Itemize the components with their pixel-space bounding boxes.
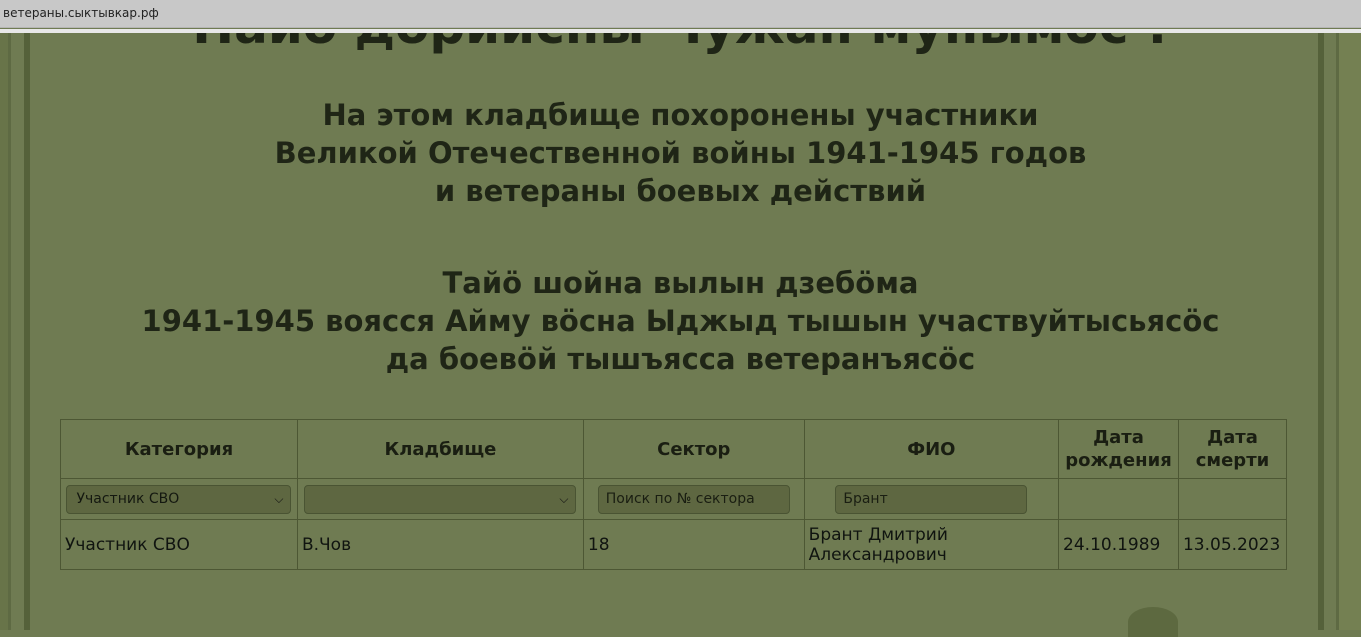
heading-komi-line-2: 1941-1945 воясся Айму вӧсна Ыджыд тышын …: [141, 304, 1220, 338]
heading-komi-line-3: да боевӧй тышъясса ветеранъясӧс: [385, 342, 976, 376]
cell-birth-date: 24.10.1989: [1058, 519, 1179, 570]
category-select-value: Участник СВО: [76, 490, 180, 507]
heading-russian-line-1: На этом кладбище похоронены участники: [322, 98, 1039, 132]
fio-line-2: Александрович: [808, 544, 947, 565]
death-header-line-2: смерти: [1195, 450, 1270, 471]
column-header-fio: ФИО: [803, 419, 1060, 479]
category-select[interactable]: Участник СВО ⌵: [66, 484, 292, 514]
filter-cell-cemetery: ⌵: [296, 478, 584, 520]
table-row[interactable]: Участник СВО В.Чов 18 Брант Дмитрий Алекс…: [60, 519, 1288, 570]
decorative-shape: [1128, 607, 1178, 637]
chevron-down-icon: ⌵: [559, 491, 569, 506]
filter-cell-category: Участник СВО ⌵: [60, 478, 298, 520]
heading-russian: На этом кладбище похоронены участники Ве…: [0, 96, 1361, 210]
sector-search-input[interactable]: Поиск по № сектора: [597, 484, 790, 514]
cell-death-date: 13.05.2023: [1177, 519, 1288, 570]
filter-cell-fio: Брант: [803, 478, 1060, 520]
column-header-sector: Сектор: [582, 419, 805, 479]
filter-cell-death-empty: [1177, 478, 1288, 520]
filter-row: Участник СВО ⌵ ⌵ Поиск по № сектора Бран…: [60, 478, 1288, 520]
heading-russian-line-2: Великой Отечественной войны 1941-1945 го…: [274, 136, 1087, 170]
address-bar[interactable]: ветераны.сыктывкар.рф: [0, 0, 1361, 28]
column-header-cemetery: Кладбище: [296, 419, 584, 479]
column-header-category: Категория: [60, 419, 298, 479]
fio-line-1: Брант Дмитрий: [808, 524, 948, 545]
cell-sector: 18: [582, 519, 805, 570]
birth-header-line-1: Дата: [1093, 427, 1144, 448]
birth-header-line-2: рождения: [1065, 450, 1172, 471]
death-header-line-1: Дата: [1207, 427, 1258, 448]
chevron-down-icon: ⌵: [274, 491, 284, 506]
filter-cell-birth-empty: [1058, 478, 1179, 520]
fio-search-input[interactable]: Брант: [835, 484, 1028, 514]
cell-cemetery: В.Чов: [296, 519, 584, 570]
page-title-clipped: Найо дорийсны Чужан мунымос !: [0, 33, 1361, 63]
page-title: Найо дорийсны Чужан мунымос !: [0, 33, 1361, 55]
cell-fio: Брант Дмитрий Александрович: [803, 519, 1060, 570]
cemetery-select[interactable]: ⌵: [304, 484, 577, 514]
column-header-death-date: Дата смерти: [1177, 419, 1288, 479]
heading-komi: Тайӧ шойна вылын дзебӧма 1941-1945 воясс…: [0, 264, 1361, 378]
table-header-row: Категория Кладбище Сектор ФИО Дата рожден…: [60, 419, 1288, 479]
heading-komi-line-1: Тайӧ шойна вылын дзебӧма: [442, 266, 919, 300]
column-header-birth-date: Дата рождения: [1058, 419, 1179, 479]
filter-cell-sector: Поиск по № сектора: [582, 478, 805, 520]
cell-category: Участник СВО: [60, 519, 298, 570]
veterans-table: Категория Кладбище Сектор ФИО Дата рожден…: [60, 419, 1288, 570]
heading-russian-line-3: и ветераны боевых действий: [434, 174, 927, 208]
url-text: ветераны.сыктывкар.рф: [3, 6, 159, 20]
